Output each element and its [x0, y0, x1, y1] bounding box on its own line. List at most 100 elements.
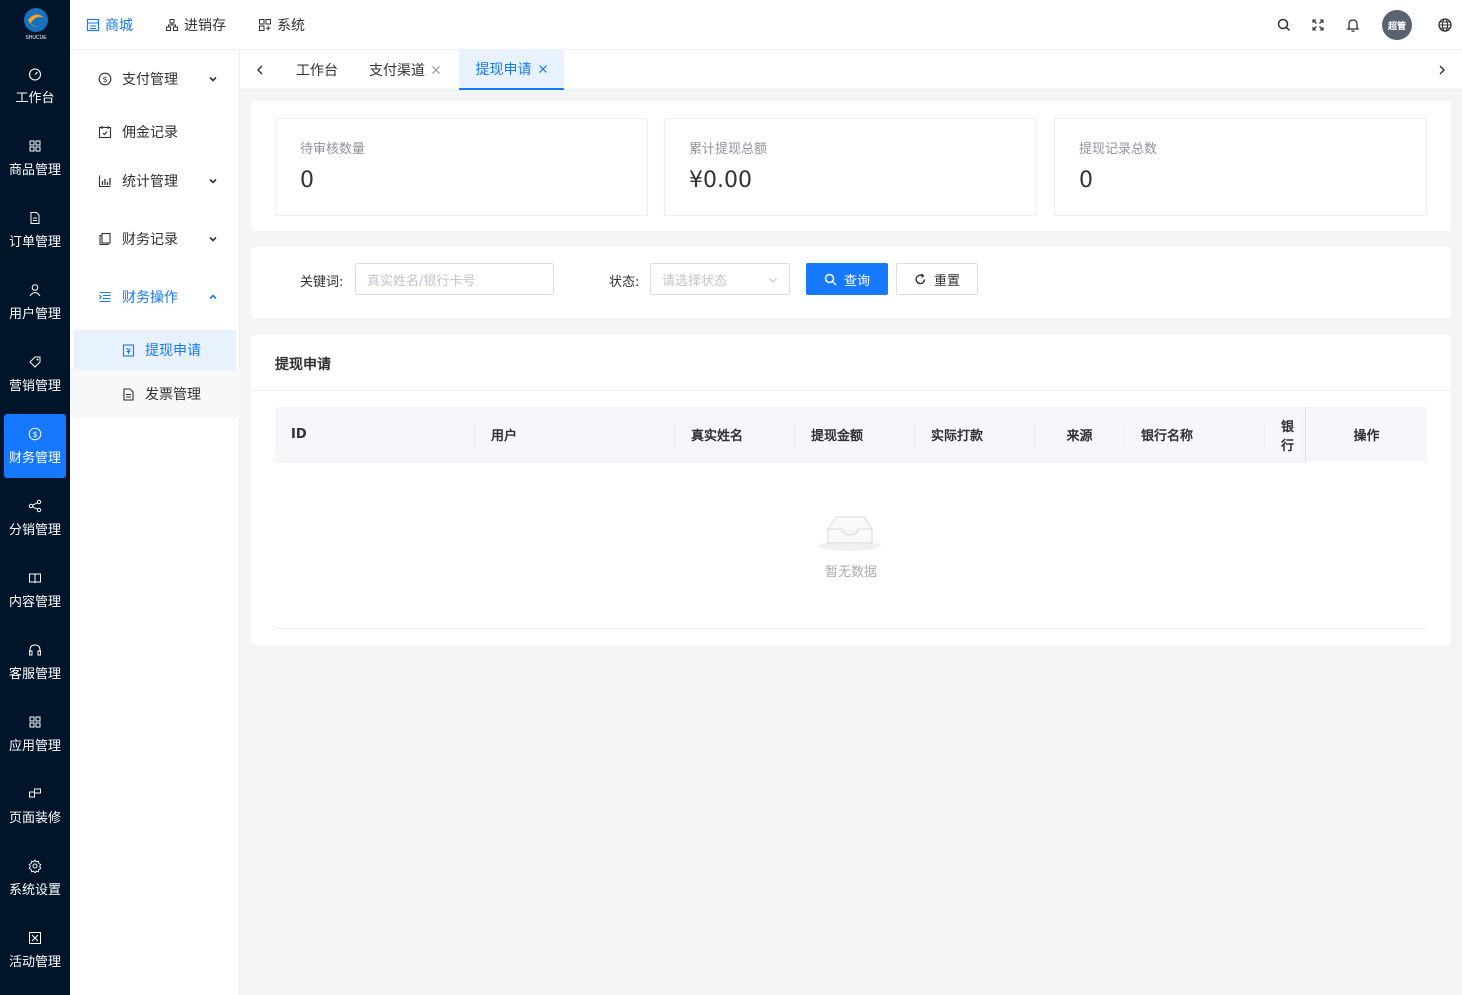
layout-icon	[29, 788, 41, 797]
column-header: 银行名称	[1125, 421, 1265, 448]
sidebar-item-orders[interactable]: 订单管理	[4, 198, 66, 262]
brand-logo[interactable]: SHUCUE · · · · ·	[20, 6, 52, 44]
sidebar-item-marketing[interactable]: 营销管理	[4, 342, 66, 406]
close-icon[interactable]	[431, 65, 441, 75]
sidebar-item-label: 活动管理	[8, 954, 61, 970]
share-icon	[28, 499, 42, 512]
submenu-finance-operations[interactable]: 财务操作	[70, 279, 240, 315]
main-sidebar: SHUCUE · · · · · 工作台 商品管理 订单管理 用户管理 营销管理…	[0, 0, 70, 995]
dollar-circle-icon: $	[98, 72, 112, 86]
submenu-label: 佣金记录	[122, 125, 178, 141]
sidebar-item-activities[interactable]: 活动管理	[4, 918, 66, 982]
globe-icon[interactable]	[1437, 17, 1453, 33]
chevron-down-icon	[769, 278, 777, 283]
tab-withdraw-requests[interactable]: 提现申请	[459, 50, 564, 90]
dashboard-icon	[28, 67, 42, 81]
table-card: 提现申请 ID 用户 真实姓名 提现金额 实际打款 来源 银行名称 银行 操作 …	[251, 335, 1451, 645]
column-header: ID	[275, 421, 475, 448]
tag-icon	[29, 356, 41, 368]
close-icon[interactable]	[538, 64, 548, 74]
file-icon	[30, 211, 40, 224]
chevron-right-icon[interactable]	[1436, 64, 1448, 76]
user-icon	[29, 283, 41, 296]
status-select[interactable]: 请选择状态	[650, 263, 790, 295]
column-header: 提现金额	[795, 421, 915, 448]
copy-icon	[99, 232, 111, 246]
submenu-payment-management[interactable]: $ 支付管理	[70, 61, 240, 97]
headset-icon	[29, 643, 41, 655]
sidebar-item-customer-service[interactable]: 客服管理	[4, 630, 66, 694]
submenu-commission-records[interactable]: 佣金记录	[70, 114, 240, 150]
dollar-icon: $	[28, 427, 42, 440]
inventory-icon	[166, 19, 178, 31]
top-header: 商城 进销存 系统 超管	[70, 0, 1462, 50]
topnav-label: 商城	[105, 18, 133, 34]
fullscreen-icon[interactable]	[1310, 17, 1326, 33]
stat-total-withdrawn: 累计提现总额 ¥0.00	[664, 118, 1037, 216]
column-header: 实际打款	[915, 421, 1035, 448]
bell-icon[interactable]	[1345, 17, 1361, 33]
keyword-input[interactable]: 真实姓名/银行卡号	[355, 263, 554, 295]
sidebar-item-label: 营销管理	[8, 378, 61, 394]
keyword-label: 关键词:	[300, 275, 344, 290]
status-label: 状态:	[609, 275, 640, 290]
sidebar-item-content[interactable]: 内容管理	[4, 558, 66, 622]
sidebar-item-label: 商品管理	[8, 162, 61, 178]
sidebar-item-distribution[interactable]: 分销管理	[4, 486, 66, 550]
column-header: 用户	[475, 421, 675, 448]
stat-value: 0	[1079, 168, 1093, 193]
topnav-system[interactable]: 系统	[258, 0, 305, 50]
sidebar-item-workbench[interactable]: 工作台	[4, 54, 66, 118]
sidebar-item-products[interactable]: 商品管理	[4, 126, 66, 190]
tab-workbench[interactable]: 工作台	[284, 50, 350, 90]
status-placeholder: 请选择状态	[662, 273, 728, 289]
tab-payment-channels[interactable]: 支付渠道	[360, 50, 450, 90]
tab-label: 支付渠道	[369, 63, 425, 79]
submenu-label: 提现申请	[145, 343, 201, 359]
sidebar-item-label: 应用管理	[8, 738, 61, 754]
book-icon	[29, 573, 41, 583]
sidebar-item-label: 用户管理	[8, 306, 61, 322]
empty-text: 暂无数据	[824, 565, 877, 580]
sidebar-item-label: 分销管理	[8, 522, 61, 538]
system-icon	[259, 19, 271, 31]
search-button[interactable]: 查询	[806, 263, 888, 295]
reset-button-label: 重置	[933, 273, 960, 289]
topnav-label: 进销存	[184, 18, 226, 34]
search-icon	[824, 273, 837, 286]
submenu-finance-records[interactable]: 财务记录	[70, 221, 240, 257]
page-tabs: 工作台 支付渠道 提现申请	[240, 50, 1462, 90]
stats-card: 待审核数量 0 累计提现总额 ¥0.00 提现记录总数 0	[251, 101, 1451, 231]
submenu-invoice-management[interactable]: 发票管理	[74, 374, 236, 414]
reset-button[interactable]: 重置	[896, 263, 978, 295]
sidebar-item-users[interactable]: 用户管理	[4, 270, 66, 334]
sidebar-item-apps[interactable]: 应用管理	[4, 702, 66, 766]
submenu-label: 财务操作	[122, 290, 178, 306]
sidebar-item-label: 系统设置	[8, 882, 61, 898]
column-header: 操作	[1306, 407, 1427, 462]
apps-icon	[29, 716, 41, 727]
stat-value: 0	[300, 168, 314, 193]
column-header: 来源	[1035, 421, 1125, 448]
topnav-shop[interactable]: 商城	[86, 0, 133, 50]
sidebar-item-page-design[interactable]: 页面装修	[4, 774, 66, 838]
svg-text:· · · · ·: · · · · ·	[32, 40, 40, 44]
chevron-down-icon	[209, 76, 217, 82]
column-header: 银行	[1281, 419, 1295, 454]
finance-submenu: $ 支付管理 佣金记录 统计管理 财务记录 财务操作 提现申请 发票管理	[70, 50, 240, 995]
search-icon[interactable]	[1276, 17, 1292, 33]
divider	[251, 390, 1451, 391]
sidebar-item-settings[interactable]: 系统设置	[4, 846, 66, 910]
keyword-placeholder: 真实姓名/银行卡号	[367, 273, 476, 289]
avatar[interactable]: 超管	[1382, 10, 1412, 40]
activity-icon	[29, 931, 41, 944]
tab-label: 工作台	[296, 63, 338, 79]
chevron-left-icon[interactable]	[254, 64, 266, 76]
sidebar-item-finance[interactable]: $ 财务管理	[4, 414, 66, 478]
filter-card: 关键词: 真实姓名/银行卡号 状态: 请选择状态 查询 重置	[251, 247, 1451, 318]
submenu-label: 发票管理	[145, 387, 201, 403]
topnav-inventory[interactable]: 进销存	[165, 0, 226, 50]
topnav-label: 系统	[277, 18, 305, 34]
submenu-withdraw-requests[interactable]: 提现申请	[74, 330, 236, 370]
submenu-statistics[interactable]: 统计管理	[70, 163, 240, 199]
